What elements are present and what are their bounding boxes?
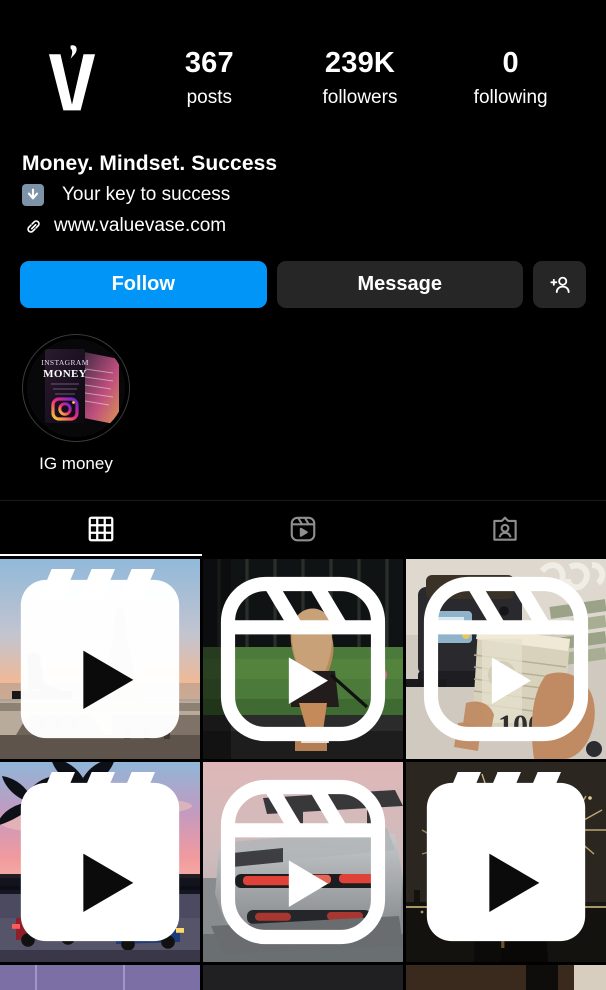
reel-badge-icon [220, 576, 386, 742]
bio-line: Your key to success [22, 184, 584, 206]
tab-reels[interactable] [202, 501, 404, 556]
reels-icon [290, 516, 316, 541]
highlight-ring: INSTAGRAM MONEY [22, 334, 130, 442]
reel-badge-icon [20, 569, 180, 739]
highlight-cover: INSTAGRAM MONEY [27, 339, 125, 437]
post-tile[interactable] [0, 965, 200, 990]
reel-badge-icon [220, 779, 386, 945]
add-person-icon [549, 276, 570, 293]
stat-followers[interactable]: 239K followers [314, 47, 406, 109]
profile-stats: 367 posts 239K followers 0 following [124, 47, 586, 109]
svg-text:MONEY: MONEY [43, 368, 87, 380]
tab-grid[interactable] [0, 501, 202, 556]
stat-followers-value: 239K [324, 46, 396, 79]
story-highlights: INSTAGRAM MONEY IG money [0, 308, 606, 474]
stat-following-label: following [473, 87, 548, 109]
post-tile[interactable] [203, 762, 403, 962]
stat-following[interactable]: 0 following [465, 47, 557, 109]
link-chain-icon [22, 215, 44, 237]
reel-badge-icon [426, 772, 586, 942]
post-tile[interactable]: 2027 [0, 762, 200, 962]
stat-posts[interactable]: 367 posts [163, 47, 255, 109]
highlight-cover-art: INSTAGRAM MONEY [27, 339, 125, 437]
stat-posts-value: 367 [184, 46, 234, 79]
add-person-button[interactable] [533, 261, 586, 308]
follow-button[interactable]: Follow [20, 261, 267, 308]
svg-text:INSTAGRAM: INSTAGRAM [41, 358, 89, 367]
profile-tabs [0, 500, 606, 556]
bio-title: Money. Mindset. Success [22, 152, 278, 175]
down-arrow-emoji-icon [22, 184, 44, 206]
tab-tagged[interactable] [404, 501, 606, 556]
stat-following-value: 0 [502, 46, 519, 79]
post-tile[interactable] [0, 559, 200, 759]
post-art-road-purple [0, 965, 200, 990]
highlight-ig-money[interactable]: INSTAGRAM MONEY IG money [22, 334, 130, 474]
message-button[interactable]: Message [276, 261, 523, 308]
reel-badge-icon [20, 772, 180, 942]
profile-header: 367 posts 239K followers 0 following [0, 0, 606, 130]
stat-followers-label: followers [322, 87, 398, 109]
reel-badge-icon [423, 576, 589, 742]
post-art-dark-car [203, 965, 403, 990]
post-tile[interactable] [406, 965, 606, 990]
profile-bio: Money. Mindset. Success Your key to succ… [0, 130, 606, 237]
post-art-warm-interior [406, 965, 606, 990]
bio-line-text: Your key to success [62, 184, 231, 205]
profile-actions: Follow Message [0, 237, 606, 308]
stat-posts-label: posts [186, 87, 233, 109]
bio-link-text[interactable]: www.valuevase.com [54, 215, 226, 237]
post-tile[interactable]: 100 [406, 559, 606, 759]
letter-v-logo-icon [48, 45, 96, 111]
bio-link-row[interactable]: www.valuevase.com [22, 215, 584, 237]
avatar[interactable] [20, 26, 124, 130]
post-tile[interactable] [406, 762, 606, 962]
post-tile[interactable] [203, 559, 403, 759]
instagram-profile-screen: 367 posts 239K followers 0 following Mon… [0, 0, 606, 990]
post-grid: 100 [0, 559, 606, 990]
grid-icon [88, 516, 114, 541]
tagged-icon [493, 516, 517, 541]
post-tile[interactable] [203, 965, 403, 990]
highlight-label: IG money [39, 454, 113, 473]
